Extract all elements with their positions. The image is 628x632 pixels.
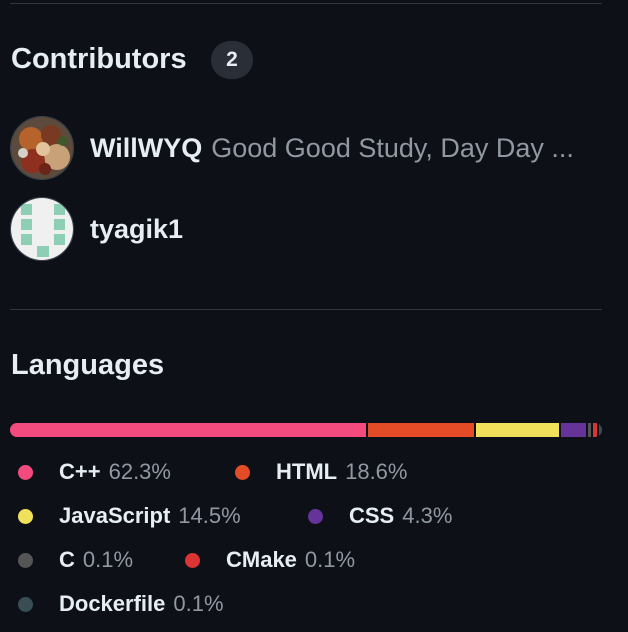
languages-progress-bar: [10, 423, 602, 437]
contributor-avatar[interactable]: [10, 197, 74, 261]
contributor-avatar[interactable]: [10, 116, 74, 180]
cpp-color-dot-icon: [18, 464, 33, 480]
language-percent: 14.5%: [178, 503, 241, 528]
dockerfile-color-dot-icon: [18, 596, 33, 612]
c-color-dot-icon: [18, 552, 33, 568]
language-name: CSS: [349, 503, 395, 528]
language-name: Dockerfile: [59, 591, 166, 616]
language-name: C++: [59, 459, 101, 484]
language-segment-javascript[interactable]: [476, 423, 560, 437]
language-name: JavaScript: [59, 503, 171, 528]
css-color-dot-icon: [308, 508, 323, 524]
top-divider: [10, 3, 602, 4]
language-item-c[interactable]: C 0.1%: [18, 547, 133, 573]
language-item-javascript[interactable]: JavaScript 14.5%: [18, 503, 241, 529]
contributors-count-badge: 2: [211, 41, 253, 79]
contributor-login[interactable]: tyagik1: [90, 214, 183, 245]
language-percent: 62.3%: [108, 459, 171, 484]
language-percent: 0.1%: [304, 547, 356, 572]
language-name: CMake: [226, 547, 297, 572]
javascript-color-dot-icon: [18, 508, 33, 524]
language-segment-cmake[interactable]: [593, 423, 597, 437]
section-divider: [10, 309, 602, 310]
language-item-cpp[interactable]: C++ 62.3%: [18, 459, 171, 485]
contributors-heading[interactable]: Contributors: [11, 43, 187, 76]
language-name: HTML: [276, 459, 338, 484]
language-percent: 0.1%: [82, 547, 134, 572]
language-segment-c[interactable]: [587, 423, 592, 437]
language-percent: 0.1%: [173, 591, 224, 616]
cmake-color-dot-icon: [185, 552, 200, 568]
language-percent: 18.6%: [345, 459, 408, 484]
languages-heading: Languages: [11, 349, 165, 381]
language-segment-cpp[interactable]: [10, 423, 367, 437]
contributor-item[interactable]: WillWYQ Good Good Study, Day Day ...: [10, 115, 574, 181]
language-item-html[interactable]: HTML 18.6%: [235, 459, 407, 485]
language-name: C: [59, 547, 75, 572]
contributor-item[interactable]: tyagik1: [10, 196, 183, 262]
contributor-login[interactable]: WillWYQ: [90, 133, 202, 164]
language-segment-css[interactable]: [561, 423, 586, 437]
language-item-cmake[interactable]: CMake 0.1%: [185, 547, 355, 573]
contributor-full-name: Good Good Study, Day Day ...: [211, 132, 574, 163]
language-item-dockerfile[interactable]: Dockerfile 0.1%: [18, 591, 224, 617]
language-percent: 4.3%: [402, 503, 453, 528]
language-item-css[interactable]: CSS 4.3%: [308, 503, 452, 529]
html-color-dot-icon: [235, 464, 250, 480]
language-segment-dockerfile[interactable]: [598, 423, 602, 437]
language-segment-html[interactable]: [368, 423, 475, 437]
